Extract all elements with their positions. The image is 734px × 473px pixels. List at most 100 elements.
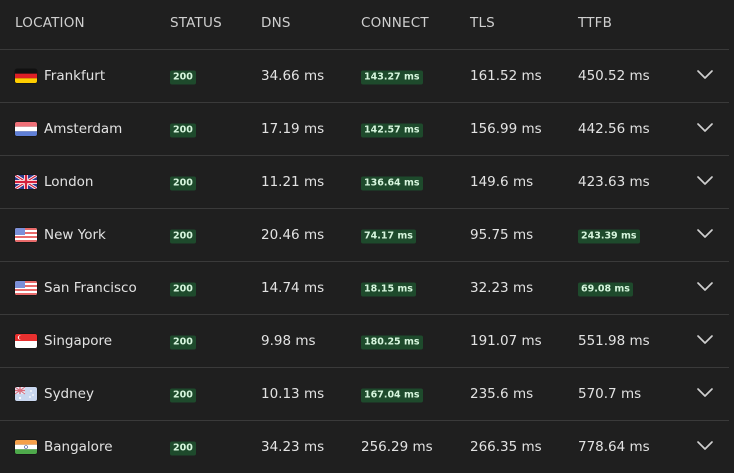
tls-value: 32.23 ms: [470, 280, 534, 296]
table-header: LOCATION STATUS DNS CONNECT TLS TTFB: [0, 0, 729, 50]
ttfb-cell: 69.08 ms: [578, 280, 633, 297]
chevron-down-icon[interactable]: [696, 281, 714, 295]
ttfb-cell: 551.98 ms: [578, 333, 650, 349]
chevron-down-icon[interactable]: [696, 122, 714, 136]
location-name: San Francisco: [44, 280, 137, 296]
connect-cell: 256.29 ms: [361, 439, 433, 455]
header-location[interactable]: LOCATION: [15, 15, 85, 31]
location-name: Sydney: [44, 386, 94, 402]
connect-cell: 143.27 ms: [361, 68, 423, 85]
dns-value: 17.19 ms: [261, 121, 325, 137]
connect-cell: 167.04 ms: [361, 386, 423, 403]
flag-australia-icon: [15, 387, 37, 401]
flag-singapore-icon: [15, 334, 37, 348]
status-badge: 200: [170, 123, 196, 138]
ttfb-value: 423.63 ms: [578, 174, 650, 190]
dns-value: 11.21 ms: [261, 174, 325, 190]
chevron-down-icon[interactable]: [696, 69, 714, 83]
connect-badge: 74.17 ms: [361, 229, 416, 244]
ttfb-value: 442.56 ms: [578, 121, 650, 137]
status-cell: 200: [170, 68, 196, 85]
chevron-down-icon[interactable]: [696, 228, 714, 242]
table-row[interactable]: Sydney 200 10.13 ms 167.04 ms 235.6 ms 5…: [0, 368, 729, 421]
status-cell: 200: [170, 333, 196, 350]
connect-badge: 136.64 ms: [361, 176, 423, 191]
connect-badge: 143.27 ms: [361, 70, 423, 85]
table-row[interactable]: San Francisco 200 14.74 ms 18.15 ms 32.2…: [0, 262, 729, 315]
tls-value: 191.07 ms: [470, 333, 542, 349]
header-dns[interactable]: DNS: [261, 15, 291, 31]
status-badge: 200: [170, 388, 196, 403]
ttfb-value: 551.98 ms: [578, 333, 650, 349]
connect-cell: 74.17 ms: [361, 227, 416, 244]
header-tls[interactable]: TLS: [470, 15, 495, 31]
dns-value: 14.74 ms: [261, 280, 325, 296]
ttfb-badge: 243.39 ms: [578, 229, 640, 244]
flag-germany-icon: [15, 69, 37, 83]
status-badge: 200: [170, 70, 196, 85]
table-row[interactable]: Singapore 200 9.98 ms 180.25 ms 191.07 m…: [0, 315, 729, 368]
flag-usa-icon: [15, 228, 37, 242]
location-cell: Frankfurt: [15, 68, 105, 84]
header-connect[interactable]: CONNECT: [361, 15, 429, 31]
status-cell: 200: [170, 174, 196, 191]
connect-badge: 18.15 ms: [361, 282, 416, 297]
location-cell: New York: [15, 227, 106, 243]
status-badge: 200: [170, 176, 196, 191]
location-name: New York: [44, 227, 106, 243]
table-row[interactable]: New York 200 20.46 ms 74.17 ms 95.75 ms …: [0, 209, 729, 262]
chevron-down-icon[interactable]: [696, 334, 714, 348]
connect-badge: 142.57 ms: [361, 123, 423, 138]
location-name: Singapore: [44, 333, 113, 349]
table-row[interactable]: Bangalore 200 34.23 ms 256.29 ms 266.35 …: [0, 421, 729, 473]
table-row[interactable]: Frankfurt 200 34.66 ms 143.27 ms 161.52 …: [0, 50, 729, 103]
status-cell: 200: [170, 227, 196, 244]
ttfb-value: 778.64 ms: [578, 439, 650, 455]
connect-value: 256.29 ms: [361, 439, 433, 455]
flag-usa-icon: [15, 281, 37, 295]
ttfb-cell: 450.52 ms: [578, 68, 650, 84]
dns-value: 10.13 ms: [261, 386, 325, 402]
table-body: Frankfurt 200 34.66 ms 143.27 ms 161.52 …: [0, 50, 729, 473]
dns-value: 34.66 ms: [261, 68, 325, 84]
tls-value: 235.6 ms: [470, 386, 534, 402]
location-cell: San Francisco: [15, 280, 137, 296]
connect-cell: 180.25 ms: [361, 333, 423, 350]
chevron-down-icon[interactable]: [696, 175, 714, 189]
chevron-down-icon[interactable]: [696, 440, 714, 454]
location-cell: London: [15, 174, 94, 190]
status-badge: 200: [170, 441, 196, 456]
ttfb-badge: 69.08 ms: [578, 282, 633, 297]
dns-value: 20.46 ms: [261, 227, 325, 243]
connect-cell: 18.15 ms: [361, 280, 416, 297]
location-cell: Amsterdam: [15, 121, 122, 137]
location-cell: Sydney: [15, 386, 94, 402]
status-cell: 200: [170, 280, 196, 297]
header-ttfb[interactable]: TTFB: [578, 15, 612, 31]
location-cell: Singapore: [15, 333, 112, 349]
connect-cell: 142.57 ms: [361, 121, 423, 138]
connect-badge: 180.25 ms: [361, 335, 423, 350]
status-cell: 200: [170, 386, 196, 403]
location-name: London: [44, 174, 94, 190]
tls-value: 95.75 ms: [470, 227, 534, 243]
status-cell: 200: [170, 121, 196, 138]
ttfb-value: 570.7 ms: [578, 386, 642, 402]
status-badge: 200: [170, 282, 196, 297]
location-name: Bangalore: [44, 439, 113, 455]
table-row[interactable]: London 200 11.21 ms 136.64 ms 149.6 ms 4…: [0, 156, 729, 209]
tls-value: 156.99 ms: [470, 121, 542, 137]
connect-badge: 167.04 ms: [361, 388, 423, 403]
table-row[interactable]: Amsterdam 200 17.19 ms 142.57 ms 156.99 …: [0, 103, 729, 156]
flag-uk-icon: [15, 175, 37, 189]
header-status[interactable]: STATUS: [170, 15, 222, 31]
location-name: Amsterdam: [44, 121, 123, 137]
ttfb-cell: 243.39 ms: [578, 227, 640, 244]
ttfb-cell: 423.63 ms: [578, 174, 650, 190]
status-badge: 200: [170, 335, 196, 350]
chevron-down-icon[interactable]: [696, 387, 714, 401]
status-cell: 200: [170, 439, 196, 456]
latency-table: LOCATION STATUS DNS CONNECT TLS TTFB Fra…: [0, 0, 729, 473]
connect-cell: 136.64 ms: [361, 174, 423, 191]
tls-value: 149.6 ms: [470, 174, 534, 190]
